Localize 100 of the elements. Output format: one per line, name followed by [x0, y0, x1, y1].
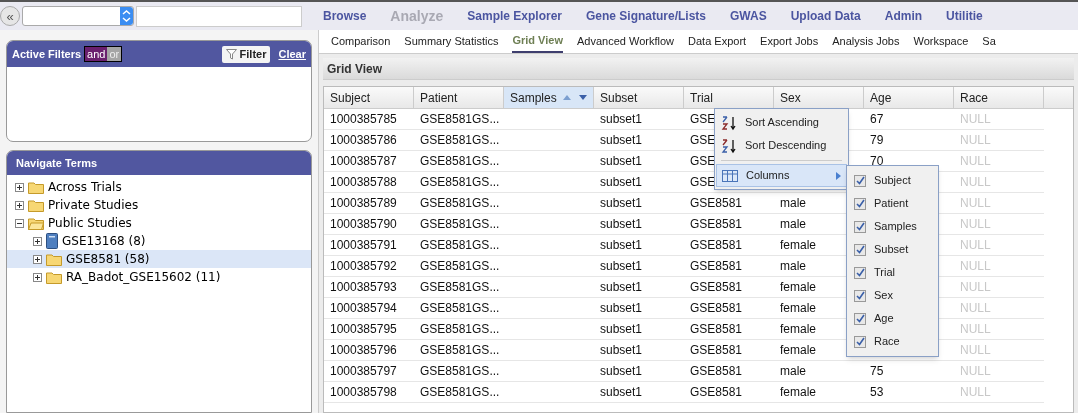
- checkbox[interactable]: [854, 174, 866, 187]
- tab[interactable]: Analysis Jobs: [832, 30, 900, 53]
- menu-item[interactable]: Patient: [874, 195, 909, 212]
- check-icon: [855, 314, 865, 323]
- table-cell-text: subset1: [600, 300, 643, 317]
- tree-item[interactable]: RA_Badot_GSE15602 (11): [7, 268, 311, 286]
- tab[interactable]: Sa: [982, 30, 996, 53]
- folder-icon: [46, 270, 62, 284]
- column-header[interactable]: Race: [954, 87, 1044, 108]
- table-cell-text: GSE8581: [690, 363, 743, 380]
- table-cell-text: GSE8581: [690, 258, 743, 275]
- tree-item[interactable]: Across Trials: [7, 178, 311, 196]
- table-cell-text: 1000385790: [330, 216, 397, 233]
- expand-icon[interactable]: [33, 254, 42, 264]
- menu-item[interactable]: Age: [874, 310, 894, 327]
- tree-item[interactable]: GSE13168 (8): [7, 232, 311, 250]
- search-field[interactable]: [136, 5, 302, 27]
- check-icon: [855, 245, 865, 254]
- tab[interactable]: Summary Statistics: [404, 30, 499, 53]
- checkbox[interactable]: [854, 335, 866, 348]
- column-header[interactable]: Subset: [594, 87, 684, 108]
- tree-item[interactable]: GSE8581 (58): [7, 250, 311, 268]
- nav-link[interactable]: Sample Explorer: [467, 7, 562, 25]
- table-cell-text: male: [780, 195, 806, 212]
- table-cell-text: 1000385793: [330, 279, 397, 296]
- menu-item[interactable]: Sex: [874, 287, 893, 304]
- folder-icon: [46, 252, 62, 266]
- table-cell-text: GSE8581: [690, 216, 743, 233]
- expand-icon[interactable]: [15, 200, 24, 210]
- checkbox[interactable]: [854, 312, 866, 325]
- nav-link[interactable]: Gene Signature/Lists: [586, 7, 707, 25]
- columns-icon: [722, 169, 738, 182]
- filter-button[interactable]: Filter: [221, 45, 271, 63]
- checkbox[interactable]: [854, 197, 866, 210]
- expand-icon[interactable]: [15, 182, 24, 192]
- nav-link[interactable]: Upload Data: [790, 7, 861, 25]
- table-cell-text: subset1: [600, 258, 643, 275]
- clear-link[interactable]: Clear: [278, 45, 306, 63]
- column-header[interactable]: Subject: [324, 87, 414, 108]
- table-cell-text: 1000385794: [330, 300, 397, 317]
- table-cell-text: 1000385792: [330, 258, 397, 275]
- expand-icon[interactable]: [33, 236, 42, 246]
- dropdown-arrow-icon[interactable]: [579, 95, 587, 100]
- expand-icon[interactable]: [33, 272, 42, 282]
- table-cell-text: GSE8581GS...: [420, 321, 500, 338]
- checkbox[interactable]: [854, 220, 866, 233]
- menu-item[interactable]: Subject: [874, 172, 911, 189]
- open-folder-icon: [28, 216, 44, 230]
- tree-item[interactable]: Public Studies: [7, 214, 311, 232]
- menu-item[interactable]: Samples: [874, 218, 917, 235]
- table-cell-text: 1000385795: [330, 321, 397, 338]
- table-cell-text: GSE: [690, 111, 716, 128]
- table-cell-text: 1000385788: [330, 174, 397, 191]
- table-cell-text: GSE8581GS...: [420, 153, 500, 170]
- table-cell-text: 79: [870, 132, 884, 149]
- tab[interactable]: Workspace: [913, 30, 969, 53]
- table-cell-text: subset1: [600, 342, 643, 359]
- table-cell-text: 1000385785: [330, 111, 397, 128]
- book-icon: [46, 233, 58, 249]
- table-cell-text: 1000385798: [330, 384, 397, 401]
- nav-link[interactable]: GWAS: [730, 7, 767, 25]
- table-cell-text: GSE8581GS...: [420, 174, 500, 191]
- tab[interactable]: Data Export: [688, 30, 747, 53]
- submenu-arrow-icon: [836, 171, 841, 180]
- tab[interactable]: Comparison: [331, 30, 391, 53]
- tree-item[interactable]: Private Studies: [7, 196, 311, 214]
- nav-link[interactable]: Admin: [884, 7, 923, 25]
- table-cell-text: GSE8581: [690, 384, 743, 401]
- table-cell-text: female: [780, 342, 817, 359]
- menu-item[interactable]: Trial: [874, 264, 895, 281]
- menu-item[interactable]: Sort Ascending: [716, 111, 847, 134]
- collapse-icon[interactable]: [15, 218, 24, 228]
- menu-item[interactable]: Sort Descending: [716, 134, 847, 157]
- table-cell-text: subset1: [600, 279, 643, 296]
- column-header[interactable]: Age: [864, 87, 954, 108]
- checkbox[interactable]: [854, 289, 866, 302]
- table-cell-text: GSE8581GS...: [420, 363, 500, 380]
- table-cell-text: female: [780, 300, 817, 317]
- checkbox[interactable]: [854, 243, 866, 256]
- table-cell-text: GSE8581: [690, 237, 743, 254]
- study-select[interactable]: [22, 6, 134, 26]
- checkbox[interactable]: [854, 266, 866, 279]
- panel-title: Active Filters: [12, 46, 82, 62]
- column-header[interactable]: Samples: [504, 87, 594, 108]
- menu-item[interactable]: Columns: [716, 164, 847, 187]
- nav-link[interactable]: Browse: [323, 7, 367, 25]
- operator-toggle[interactable]: and: [85, 47, 108, 61]
- table-cell-text: GSE8581GS...: [420, 384, 500, 401]
- tab[interactable]: Export Jobs: [760, 30, 819, 53]
- menu-item[interactable]: Subset: [874, 241, 909, 258]
- nav-link[interactable]: Utilitie: [946, 7, 983, 25]
- table-cell-text: subset1: [600, 363, 643, 380]
- menu-item[interactable]: Race: [874, 333, 900, 350]
- table-cell-text: GSE8581: [690, 342, 743, 359]
- table-cell-text: GSE8581: [690, 321, 743, 338]
- tab[interactable]: Advanced Workflow: [577, 30, 674, 53]
- funnel-icon: [225, 48, 237, 60]
- table-cell-text: GSE8581GS...: [420, 300, 500, 317]
- collapse-button[interactable]: «: [0, 6, 20, 26]
- table-cell-text: 53: [870, 384, 884, 401]
